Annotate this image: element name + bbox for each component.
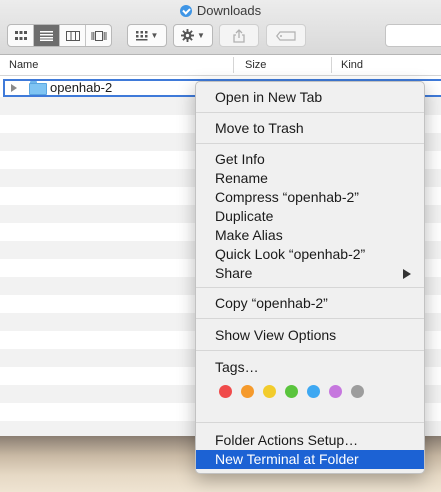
menu-item-get-info[interactable]: Get Info [196, 150, 424, 169]
column-header-name[interactable]: Name [9, 59, 38, 71]
menu-separator [196, 350, 424, 351]
menu-item-show-view-options[interactable]: Show View Options [196, 326, 424, 345]
folder-icon [29, 81, 47, 95]
column-divider [331, 57, 332, 73]
column-divider [233, 57, 234, 73]
menu-separator [196, 112, 424, 113]
tag-color-red[interactable] [219, 385, 232, 398]
file-name: openhab-2 [50, 80, 113, 95]
menu-item-tags[interactable]: Tags… [196, 358, 424, 377]
tag-color-purple[interactable] [329, 385, 342, 398]
menu-item-share-label: Share [215, 265, 253, 281]
chevron-right-icon [403, 269, 411, 279]
share-button[interactable] [219, 24, 259, 47]
chevron-down-icon: ▼ [150, 31, 159, 40]
column-view-button[interactable] [60, 25, 86, 46]
column-header-size[interactable]: Size [245, 59, 266, 71]
menu-item-make-alias[interactable]: Make Alias [196, 226, 424, 245]
list-view-icon [40, 30, 53, 41]
icon-view-button[interactable] [8, 25, 34, 46]
menu-item-new-terminal-at-folder[interactable]: New Terminal at Folder [196, 450, 424, 469]
context-menu: Open in New Tab Move to Trash Get Info R… [195, 81, 425, 474]
view-mode-segmented-control [7, 24, 112, 47]
window-title-area: Downloads [0, 3, 441, 18]
disclosure-triangle-icon[interactable] [11, 84, 17, 92]
tag-color-orange[interactable] [241, 385, 254, 398]
menu-item-compress[interactable]: Compress “openhab-2” [196, 188, 424, 207]
window-toolbar: Downloads ▼ ▼ [0, 0, 441, 55]
menu-item-copy[interactable]: Copy “openhab-2” [196, 294, 424, 313]
chevron-down-icon: ▼ [197, 31, 205, 40]
menu-separator [196, 318, 424, 319]
menu-item-open-in-new-tab[interactable]: Open in New Tab [196, 88, 424, 107]
gear-icon [181, 29, 195, 42]
share-icon [233, 28, 245, 43]
arrange-button[interactable]: ▼ [127, 24, 167, 47]
downloads-folder-icon [179, 5, 192, 17]
column-header: Name Size Kind [0, 55, 441, 76]
tag-color-yellow[interactable] [263, 385, 276, 398]
tag-color-gray[interactable] [351, 385, 364, 398]
list-view-button[interactable] [34, 25, 60, 46]
column-view-icon [65, 30, 80, 41]
menu-item-move-to-trash[interactable]: Move to Trash [196, 119, 424, 138]
menu-separator [196, 287, 424, 288]
coverflow-view-icon [91, 30, 106, 41]
icon-view-icon [14, 30, 27, 40]
menu-item-folder-actions-setup[interactable]: Folder Actions Setup… [196, 431, 424, 450]
menu-item-share[interactable]: Share [196, 264, 424, 283]
menu-separator [196, 143, 424, 144]
column-header-kind[interactable]: Kind [341, 59, 363, 71]
tag-color-blue[interactable] [307, 385, 320, 398]
arrange-grid-icon [135, 30, 148, 40]
menu-item-rename[interactable]: Rename [196, 169, 424, 188]
window-title: Downloads [196, 3, 262, 18]
tag-icon [276, 30, 296, 41]
action-button[interactable]: ▼ [173, 24, 213, 47]
coverflow-view-button[interactable] [86, 25, 111, 46]
menu-item-duplicate[interactable]: Duplicate [196, 207, 424, 226]
tag-button[interactable] [266, 24, 306, 47]
menu-item-quick-look[interactable]: Quick Look “openhab-2” [196, 245, 424, 264]
menu-separator [196, 422, 424, 423]
search-field[interactable] [385, 24, 441, 47]
tag-color-green[interactable] [285, 385, 298, 398]
